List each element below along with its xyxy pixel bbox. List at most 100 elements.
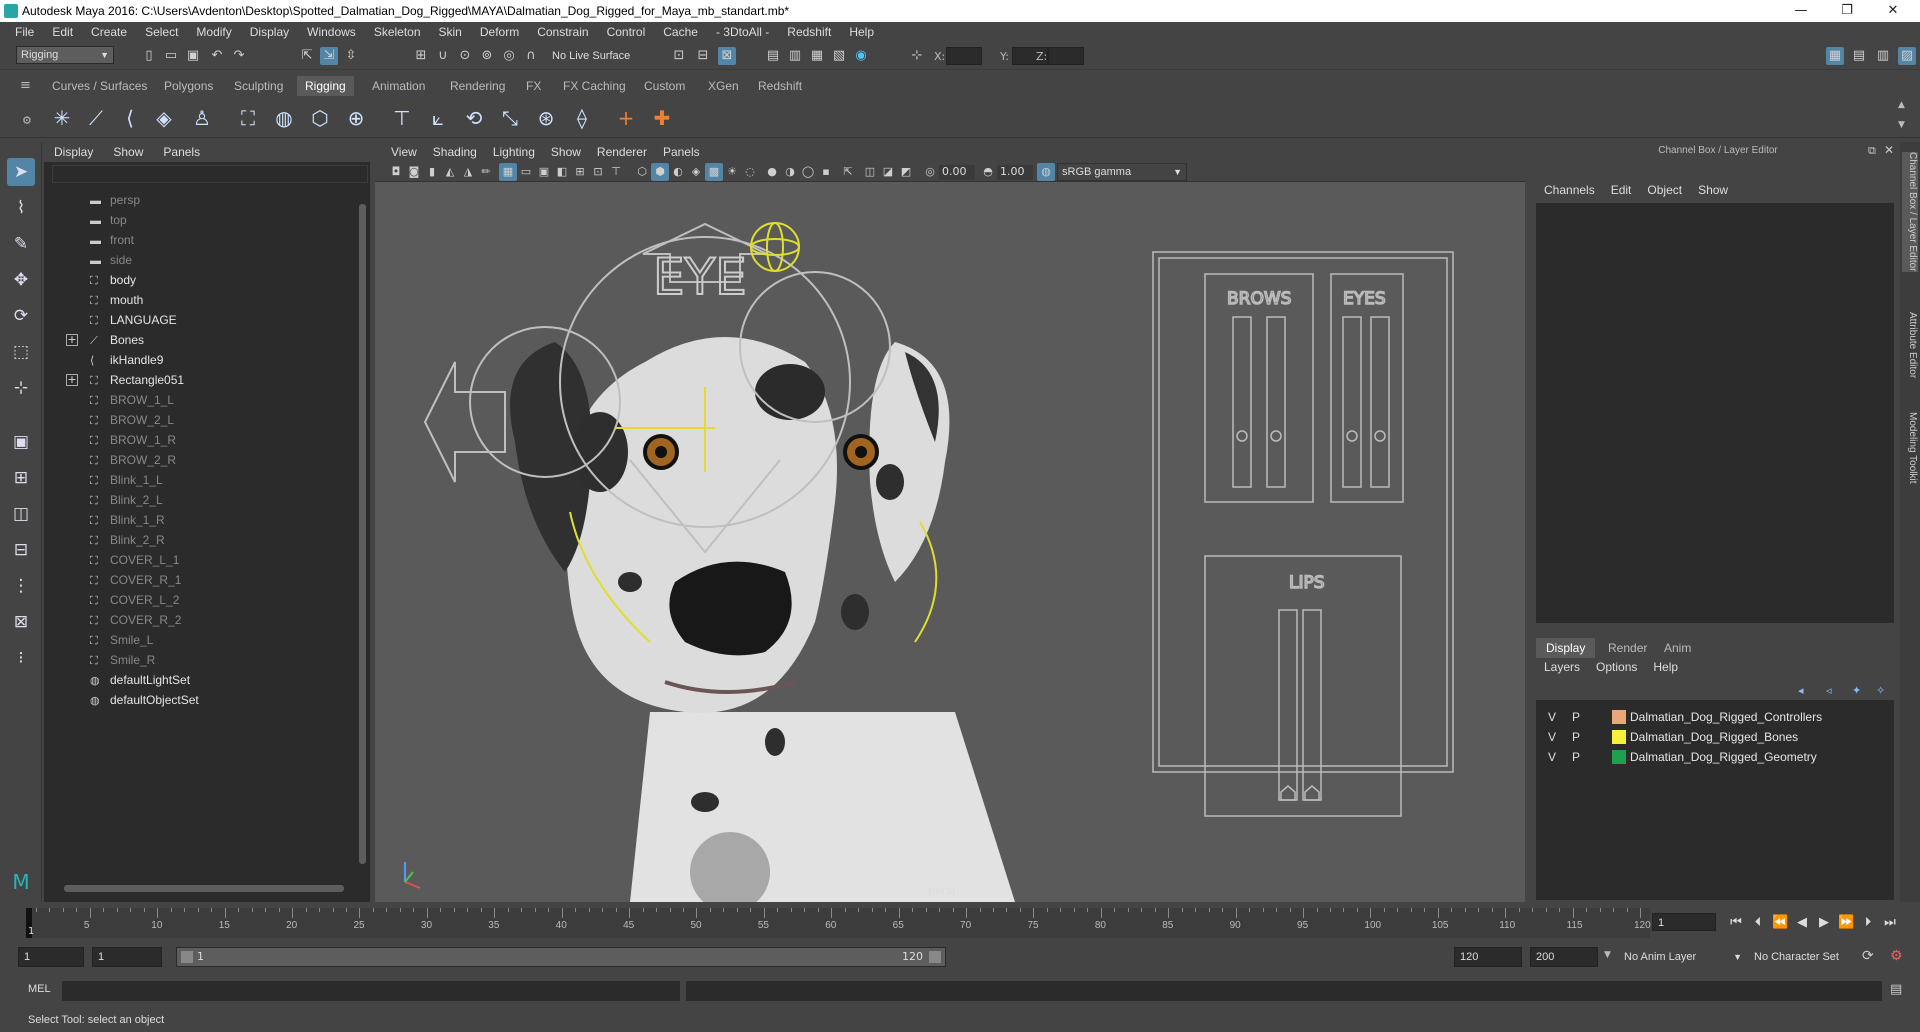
textured-icon[interactable]: ▩: [705, 163, 723, 181]
menu-create[interactable]: Create: [82, 25, 136, 39]
redo-icon[interactable]: ↷: [230, 47, 248, 65]
layer-color-swatch[interactable]: [1612, 750, 1626, 764]
viewport-menu-view[interactable]: View: [383, 145, 425, 159]
snap-point-icon[interactable]: ⊙: [456, 47, 474, 65]
layer-menu-help[interactable]: Help: [1645, 660, 1686, 678]
select-objects-icon[interactable]: ⇲: [320, 47, 338, 65]
outliner-item[interactable]: ⛶ Smile_R: [90, 650, 155, 670]
layer-color-swatch[interactable]: [1612, 710, 1626, 724]
gamma-icon[interactable]: ◓: [979, 163, 997, 181]
grid-toggle-icon[interactable]: ▦: [499, 163, 517, 181]
xray-active-icon[interactable]: ◪: [879, 163, 897, 181]
wireframe-icon[interactable]: ⬡: [633, 163, 651, 181]
shelf-tab-rendering[interactable]: Rendering: [442, 76, 513, 96]
layer-playback[interactable]: P: [1572, 750, 1580, 764]
open-scene-icon[interactable]: ▭: [162, 47, 180, 65]
snap-magnet-icon[interactable]: ∩: [522, 47, 540, 65]
viewport-menu-shading[interactable]: Shading: [425, 145, 485, 159]
paint-select-icon[interactable]: ✎: [7, 230, 35, 258]
outliner-search-input[interactable]: [52, 165, 368, 183]
save-scene-icon[interactable]: ▣: [184, 47, 202, 65]
menu-file[interactable]: File: [6, 25, 43, 39]
shelf-tab-animation[interactable]: Animation: [364, 76, 433, 96]
step-forward-key-icon[interactable]: ⏩: [1838, 915, 1854, 931]
wireframe-on-shaded-icon[interactable]: ◈: [687, 163, 705, 181]
use-all-lights-icon[interactable]: ☀: [723, 163, 741, 181]
side-tab-modeling-toolkit[interactable]: Modeling Toolkit: [1902, 412, 1918, 484]
live-surface-field[interactable]: No Live Surface: [548, 47, 648, 65]
layer-tab-anim[interactable]: Anim: [1654, 638, 1701, 658]
locator-rotate-icon[interactable]: ✚: [648, 104, 676, 132]
layer-tab-render[interactable]: Render: [1598, 638, 1657, 658]
outliner-item[interactable]: ⛶ BROW_1_L: [90, 390, 174, 410]
shelf-scroll-down-icon[interactable]: ▼: [1898, 120, 1905, 130]
outliner-item[interactable]: ⟨ ikHandle9: [90, 350, 163, 370]
outliner-item[interactable]: ⛶ BROW_2_R: [90, 450, 176, 470]
anim-end-field[interactable]: 200: [1530, 947, 1598, 967]
close-panel-icon[interactable]: ✕: [1884, 143, 1894, 157]
shelf-tab-rigging[interactable]: Rigging: [297, 76, 354, 96]
paint-weights-icon[interactable]: ◍: [270, 104, 298, 132]
shelf-tab-custom[interactable]: Custom: [636, 76, 693, 96]
color-management-icon[interactable]: ◍: [1037, 163, 1055, 181]
safe-title-icon[interactable]: ⊤: [607, 163, 625, 181]
gate-mask-icon[interactable]: ◧: [553, 163, 571, 181]
new-scene-icon[interactable]: ▯: [140, 47, 158, 65]
shelf-tab-curves-surfaces[interactable]: Curves / Surfaces: [44, 76, 155, 96]
range-slider-bar[interactable]: 1 120: [176, 947, 946, 967]
close-button[interactable]: ✕: [1870, 0, 1916, 22]
move-layer-up-icon[interactable]: ◂: [1798, 684, 1804, 697]
outliner-item[interactable]: ▬ front: [90, 230, 134, 250]
gamma-value[interactable]: 1.00: [997, 165, 1033, 180]
resolution-gate-icon[interactable]: ▣: [535, 163, 553, 181]
snap-curve-icon[interactable]: ∪: [434, 47, 452, 65]
anim-start-field[interactable]: 1: [18, 947, 84, 967]
shelf-tab-polygons[interactable]: Polygons: [156, 76, 221, 96]
go-to-end-icon[interactable]: ⏭: [1882, 915, 1898, 931]
shelf-settings-icon[interactable]: ⚙: [22, 114, 32, 127]
select-tool-icon[interactable]: ➤: [7, 158, 35, 186]
outliner-item[interactable]: ⛶ COVER_R_1: [90, 570, 181, 590]
ipr-render-icon[interactable]: ▦: [808, 47, 826, 65]
undo-icon[interactable]: ↶: [208, 47, 226, 65]
minimize-button[interactable]: —: [1778, 0, 1824, 22]
default-material-icon[interactable]: ◐: [669, 163, 687, 181]
insert-joint-icon[interactable]: ◈: [150, 104, 178, 132]
menu-display[interactable]: Display: [241, 25, 298, 39]
outliner-item[interactable]: ⛶ body: [90, 270, 136, 290]
outliner-item[interactable]: ◍ defaultObjectSet: [90, 690, 199, 710]
menu-redshift[interactable]: Redshift: [778, 25, 840, 39]
move-tool-icon[interactable]: ✥: [7, 266, 35, 294]
menu-constrain[interactable]: Constrain: [528, 25, 597, 39]
outliner-item[interactable]: ▬ top: [90, 210, 127, 230]
snap-grid-icon[interactable]: ⊞: [412, 47, 430, 65]
outliner-menu-display[interactable]: Display: [44, 145, 103, 159]
channel-menu-object[interactable]: Object: [1639, 183, 1690, 201]
float-panel-icon[interactable]: ⧉: [1868, 144, 1876, 158]
skin-bind-icon[interactable]: ⛶: [234, 104, 262, 132]
motion-blur-icon[interactable]: ◑: [781, 163, 799, 181]
layer-playback[interactable]: P: [1572, 710, 1580, 724]
layer-tab-display[interactable]: Display: [1536, 638, 1596, 658]
persp-graph-icon[interactable]: ⊟: [7, 536, 35, 564]
layer-visibility[interactable]: V: [1548, 730, 1556, 744]
chevron-down-icon[interactable]: ▼: [1604, 950, 1611, 960]
menu-help[interactable]: Help: [840, 25, 883, 39]
layer-visibility[interactable]: V: [1548, 750, 1556, 764]
channel-menu-channels[interactable]: Channels: [1536, 183, 1603, 201]
xray-joints-icon[interactable]: ◩: [897, 163, 915, 181]
playback-start-field[interactable]: 1: [92, 947, 162, 967]
outliner-hscrollbar[interactable]: [60, 884, 350, 893]
character-set-dropdown[interactable]: No Character Set: [1750, 947, 1860, 967]
channel-menu-show[interactable]: Show: [1690, 183, 1736, 201]
aim-constraint-icon[interactable]: ⊛: [532, 104, 560, 132]
script-editor-icon[interactable]: ▤: [1890, 982, 1902, 997]
orient-constraint-icon[interactable]: ⟲: [460, 104, 488, 132]
maya-home-icon[interactable]: M: [7, 868, 35, 896]
shelf-tab-fx[interactable]: FX: [518, 76, 549, 96]
single-perspective-icon[interactable]: ▣: [7, 428, 35, 456]
play-backwards-icon[interactable]: ◀: [1794, 915, 1810, 931]
two-d-pan-icon[interactable]: ◮: [459, 163, 477, 181]
outliner-item[interactable]: ⛶ Rectangle051: [90, 370, 184, 390]
menu-control[interactable]: Control: [598, 25, 655, 39]
